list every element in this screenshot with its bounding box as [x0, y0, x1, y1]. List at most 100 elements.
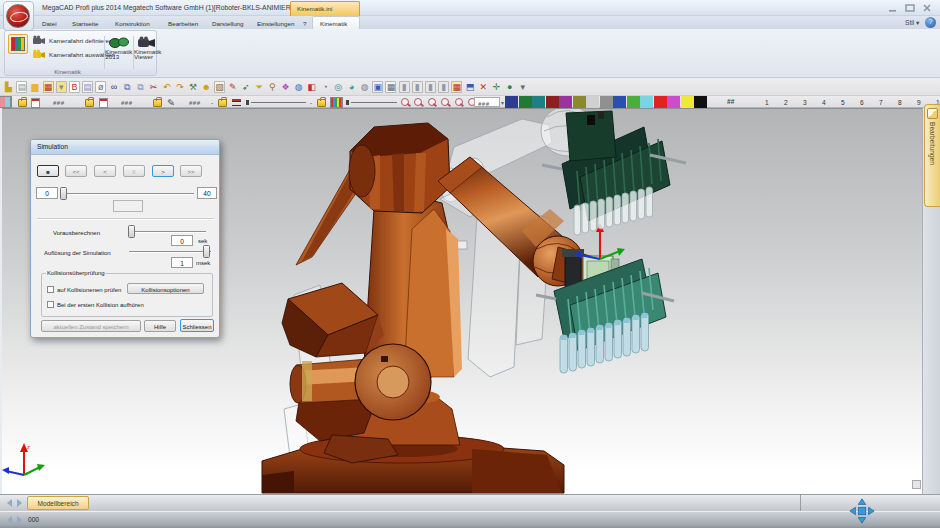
maximize-button[interactable] [905, 4, 915, 12]
bearbeitungen-tab[interactable]: Bearbeitungen [924, 104, 940, 207]
precompute-handle[interactable] [128, 225, 135, 238]
stop-first-collision-checkbox[interactable] [47, 301, 54, 308]
play-button[interactable]: > [152, 165, 174, 177]
plus-arrows-icon[interactable]: ✛ [491, 81, 502, 93]
ribbon-tab-startseite[interactable]: Startseite [72, 20, 98, 27]
prev-model-arrow[interactable] [7, 499, 12, 507]
binoculars-icon[interactable]: ∞ [109, 81, 120, 93]
globe-gray-icon[interactable]: ◍ [359, 81, 370, 93]
palette-color-9[interactable] [613, 96, 626, 108]
range-end-field[interactable]: 40 [197, 187, 217, 199]
resolution-field[interactable]: 1 [171, 257, 193, 268]
view-number-9[interactable]: 9 [917, 99, 921, 107]
lock-icon-4[interactable] [218, 99, 227, 107]
linewidth-slider[interactable] [251, 102, 306, 103]
transparency-handle[interactable] [346, 100, 349, 105]
document-tab[interactable]: Kinematik.ini [290, 1, 360, 16]
lock-icon-2[interactable] [85, 99, 94, 107]
ribbon-tab-bearbeiten[interactable]: Bearbeiten [168, 20, 198, 27]
lock-icon-1[interactable] [18, 99, 27, 107]
cut-knife-icon[interactable]: ✂ [148, 81, 159, 93]
resolution-track[interactable] [129, 251, 211, 252]
open-folder-icon[interactable]: ▆ [29, 81, 40, 93]
palette-color-15[interactable] [694, 96, 707, 108]
save-state-button[interactable]: aktuellen Zustand speichern [41, 320, 141, 332]
palette-color-13[interactable] [667, 96, 680, 108]
doc-b-icon[interactable]: B [69, 81, 80, 93]
dropdown-icon[interactable]: ▾ [517, 81, 528, 93]
viewport-3d[interactable]: z Simulation ■ << < II > >> 0 40 Vorausb… [2, 108, 922, 494]
palette-color-12[interactable] [654, 96, 667, 108]
window-blue-icon[interactable]: ▣ [372, 81, 383, 93]
linestyle-icon[interactable] [232, 99, 241, 106]
rewind-button[interactable]: << [65, 165, 87, 177]
pan-navigation-icon[interactable] [846, 497, 878, 525]
color-grid-icon[interactable] [331, 98, 342, 107]
zoom-icon-5[interactable] [454, 97, 464, 108]
cylinder-1-icon[interactable]: ▮ [399, 81, 410, 93]
palette-color-10[interactable] [627, 96, 640, 108]
kinematik-grid-icon[interactable] [8, 34, 28, 54]
stop-button[interactable]: ■ [37, 165, 59, 177]
monitor-arrow-icon[interactable]: ⧉ [135, 81, 146, 93]
copy-pages-icon[interactable]: ▤ [82, 81, 93, 93]
palette-icon[interactable]: ❖ [280, 81, 291, 93]
sphere-arrows-icon[interactable]: ◔ [320, 81, 331, 93]
help-button[interactable]: Hilfe [144, 320, 176, 332]
donut-teal-icon[interactable]: ◎ [333, 81, 344, 93]
page-icon-2[interactable] [99, 98, 108, 108]
zoom-icon-4[interactable] [440, 97, 450, 108]
palette-color-5[interactable] [559, 96, 572, 108]
collision-options-button[interactable]: Kollisionsoptionen [127, 283, 204, 294]
x-red-blue-icon[interactable]: ✕ [478, 81, 489, 93]
lock-icon-3[interactable] [153, 99, 162, 107]
ribbon-tab-konstruktion[interactable]: Konstruktion [115, 20, 150, 27]
pencil-icon[interactable]: ✎ [167, 97, 175, 108]
lock-icon-5[interactable] [317, 99, 326, 107]
globe-blue-icon[interactable]: ◍ [293, 81, 304, 93]
palette-color-14[interactable] [681, 96, 694, 108]
machine-icon[interactable]: ⚒ [188, 81, 199, 93]
style-selector[interactable]: Stil ▾ [905, 19, 919, 27]
palette-color-8[interactable] [600, 96, 613, 108]
minimize-button[interactable] [888, 4, 898, 12]
move-arrow-icon[interactable]: ➶ [240, 81, 251, 93]
view-number-1[interactable]: 1 [765, 99, 769, 107]
view-number-7[interactable]: 7 [879, 99, 883, 107]
step-back-button[interactable]: < [94, 165, 116, 177]
red-box-icon[interactable]: ◧ [306, 81, 317, 93]
hatch-icon[interactable]: ## [727, 98, 734, 106]
zoom-icon-3[interactable] [427, 97, 437, 108]
ribbon-tab-einstellungen[interactable]: Einstellungen [257, 20, 294, 27]
precompute-track[interactable] [129, 231, 206, 232]
pause-button[interactable]: II [123, 165, 145, 177]
palette-color-11[interactable] [640, 96, 653, 108]
view-number-3[interactable]: 3 [803, 99, 807, 107]
ribbon-tab-datei[interactable]: Datei [42, 20, 57, 27]
layer-dropdown-arrow[interactable]: ▾ [501, 99, 504, 106]
next-layer-arrow[interactable] [17, 516, 22, 524]
timeline-handle[interactable] [60, 187, 67, 200]
device-blue-icon[interactable]: ⬒ [465, 81, 476, 93]
palette-color-6[interactable] [573, 96, 586, 108]
palette-color-1[interactable] [505, 96, 518, 108]
current-layer-field[interactable]: ### [474, 97, 500, 107]
cylinder-3-icon[interactable]: ▮ [425, 81, 436, 93]
view-number-5[interactable]: 5 [841, 99, 845, 107]
palette-color-4[interactable] [546, 96, 559, 108]
zoom-icon-2[interactable] [413, 97, 423, 108]
check-collisions-checkbox[interactable] [47, 286, 54, 293]
precompute-field[interactable]: 0 [171, 235, 193, 246]
view-number-8[interactable]: 8 [898, 99, 902, 107]
page-icon-1[interactable] [31, 98, 40, 108]
model-area-tab[interactable]: Modellbereich [27, 496, 89, 510]
close-button[interactable] [922, 4, 932, 12]
megacad-logo[interactable] [3, 1, 34, 31]
prev-layer-arrow[interactable] [7, 516, 12, 524]
ribbon-tab-[interactable]: ? [303, 20, 306, 27]
close-dialog-button[interactable]: Schliessen [180, 319, 214, 332]
ribbon-tab-darstellung[interactable]: Darstellung [212, 20, 244, 27]
cylinder-2-icon[interactable]: ▮ [412, 81, 423, 93]
palette-color-2[interactable] [519, 96, 532, 108]
fast-forward-button[interactable]: >> [180, 165, 202, 177]
